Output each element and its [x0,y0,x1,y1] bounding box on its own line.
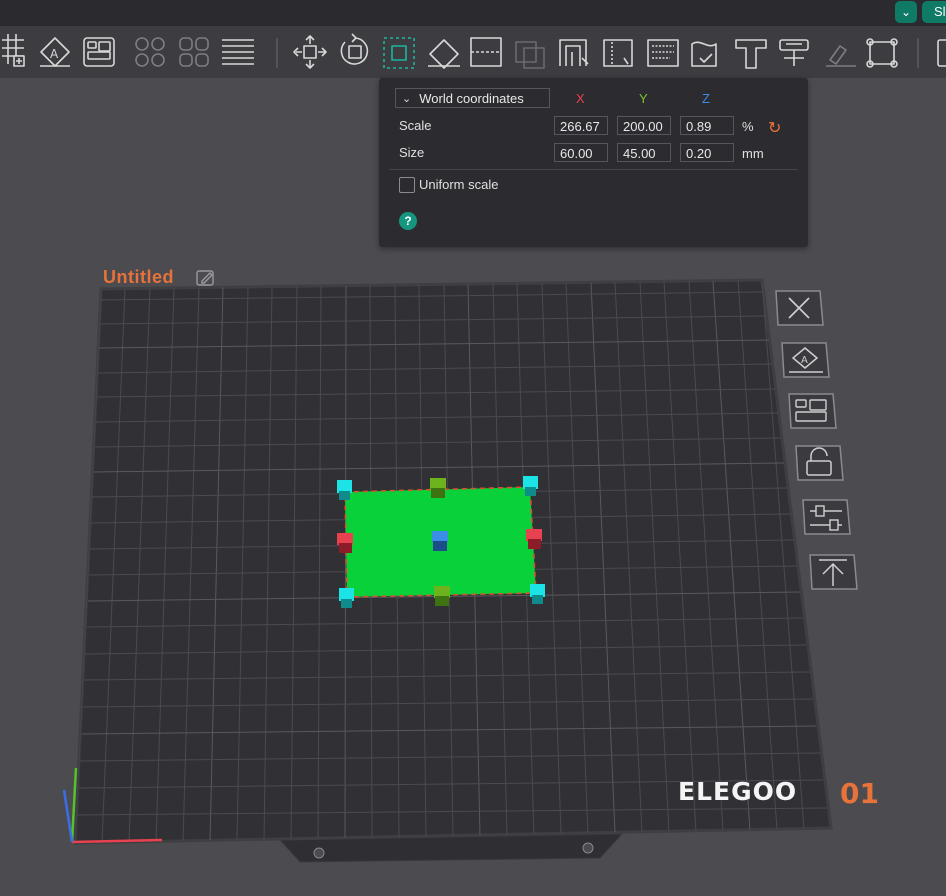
uniform-scale-label[interactable]: Uniform scale [419,177,498,192]
size-z-input[interactable]: 0.20 [680,143,734,162]
grid-add-icon[interactable] [2,34,25,67]
fuzzy-skin-icon[interactable] [647,39,679,67]
scale-label: Scale [399,118,432,133]
move-icon[interactable] [293,35,327,69]
plate-tab [278,833,624,863]
more-tools-icon[interactable] [937,39,946,67]
help-icon[interactable]: ? [399,212,417,230]
auto-orient-icon[interactable]: A [40,37,70,67]
size-y-input[interactable]: 45.00 [617,143,671,162]
plate-hole [582,842,594,854]
cut-icon[interactable] [470,37,502,67]
brand-logo: ELEGOO [678,777,798,806]
scale-x-input[interactable]: 266.67 [554,116,608,135]
y-axis [70,767,78,843]
seam-paint-icon[interactable] [603,39,633,67]
chevron-down-icon: ⌄ [402,92,412,105]
uniform-scale-checkbox[interactable] [399,177,415,193]
build-plate [73,278,833,845]
plate-hole [313,847,325,859]
edit-icon[interactable] [196,269,216,287]
brim-ears-icon[interactable] [866,38,898,68]
panel-divider [389,169,798,170]
axis-y-header: Y [639,91,648,106]
scale-y-input[interactable]: 200.00 [617,116,671,135]
selected-object[interactable] [344,486,537,598]
scale-icon[interactable] [383,37,415,69]
close-icon[interactable] [773,288,825,330]
scale-panel: ⌄ World coordinates X Y Z Scale 266.67 2… [379,78,808,247]
assembly-icon[interactable] [826,45,856,67]
emboss-icon[interactable] [779,39,809,66]
arrange-icon[interactable] [83,37,115,67]
arrange-plate-icon[interactable] [786,391,838,433]
size-x-input[interactable]: 60.00 [554,143,608,162]
x-axis [71,838,163,844]
coordinate-system-value: World coordinates [419,90,524,106]
plate-settings-icon[interactable] [800,497,852,539]
coordinate-system-select[interactable]: ⌄ World coordinates [395,88,550,108]
color-paint-icon[interactable] [691,41,717,67]
reset-scale-icon[interactable]: ↻ [768,118,781,138]
split-objects-icon[interactable] [135,37,165,67]
scale-z-input[interactable]: 0.89 [680,116,734,135]
layers-icon[interactable] [222,39,254,65]
lay-on-face-icon[interactable] [428,39,460,69]
svg-text:A: A [50,47,59,61]
svg-text:A: A [801,355,808,366]
axis-x-header: X [576,91,585,106]
axis-z-header: Z [702,91,710,106]
scale-unit: % [742,119,754,134]
plate-name[interactable]: Untitled [103,267,174,288]
z-axis [62,789,74,843]
text-icon[interactable] [735,39,767,69]
support-paint-icon[interactable] [559,39,589,66]
rotate-icon[interactable] [340,33,369,65]
plate-number: 01 [840,777,879,810]
boolean-icon[interactable] [515,41,545,69]
plate-grid [75,280,828,843]
auto-orient-plate-icon[interactable]: A [779,340,831,382]
scale-handles[interactable] [337,476,545,608]
lock-icon[interactable] [793,443,845,485]
move-to-top-icon[interactable] [807,552,859,594]
toolbar-icons: A [2,33,946,69]
size-unit: mm [742,146,764,161]
split-parts-icon[interactable] [179,37,209,67]
size-label: Size [399,145,425,160]
